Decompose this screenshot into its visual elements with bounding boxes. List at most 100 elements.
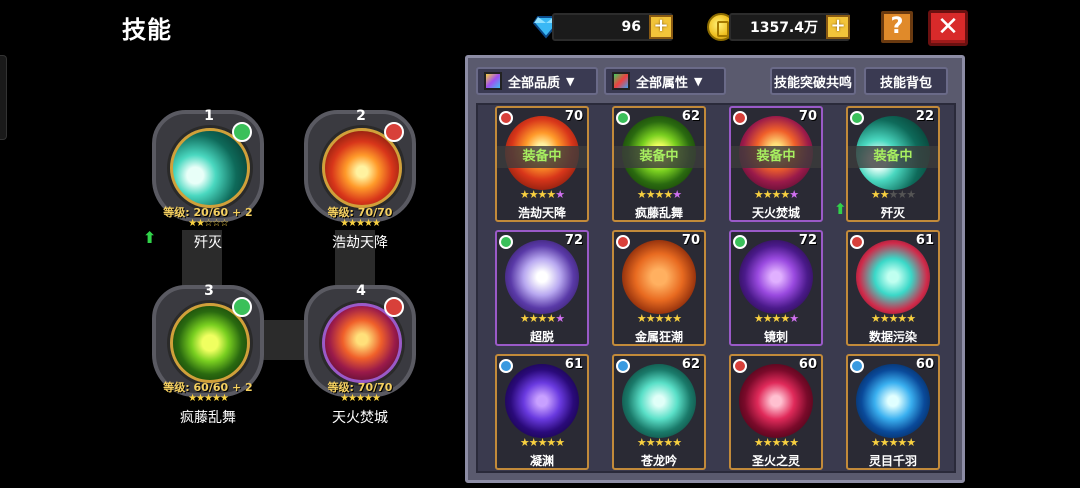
blue-element-icon: [850, 359, 864, 373]
add-gems-button[interactable]: +: [649, 15, 673, 39]
red-element-icon: [850, 235, 864, 249]
skill-stars: ★★★★★: [519, 436, 565, 449]
slot-number: 4: [356, 283, 366, 299]
fire-element-icon: [384, 297, 404, 317]
upgrade-arrow-icon: ⬆: [834, 200, 847, 218]
slot-skill-name: 疯藤乱舞: [180, 410, 236, 426]
gem-amount: 96: [621, 19, 641, 35]
blue-element-icon: [499, 359, 513, 373]
slot-number: 1: [204, 108, 214, 124]
red-element-icon: [616, 235, 630, 249]
skill-icon: [856, 240, 930, 314]
red-element-icon: [499, 111, 513, 125]
chevron-down-icon: ▼: [566, 74, 575, 88]
equipped-slot-1[interactable]: 1 等级: 20/60 + 2 ★★☆☆☆ 歼灭: [148, 100, 268, 251]
close-button[interactable]: ✕: [928, 10, 968, 46]
skill-stars: ★★★★★: [870, 188, 916, 201]
skill-card[interactable]: 70 装备中 ★★★★★ 浩劫天降: [495, 106, 589, 222]
skill-bag-button[interactable]: 技能背包: [864, 67, 948, 95]
skill-name: 镜刺: [763, 330, 788, 344]
skill-stars: ★★★★★: [636, 312, 682, 325]
skill-level: 61: [915, 233, 934, 248]
skill-stars: ★★★★★: [753, 436, 799, 449]
skill-level: 60: [798, 357, 817, 372]
equipped-slot-3[interactable]: 3 等级: 60/60 + 2 ★★★★★ 疯藤乱舞: [148, 275, 268, 426]
skill-stars: ★★★★★: [519, 188, 565, 201]
skill-icon: [505, 364, 579, 438]
slot-skill-name: 天火焚城: [332, 410, 388, 426]
skill-name: 苍龙吟: [640, 454, 677, 468]
equipped-badge: 装备中: [614, 146, 704, 168]
skill-icon: [622, 364, 696, 438]
skill-level: 70: [681, 233, 700, 248]
skill-card[interactable]: 60 ★★★★★ 灵目千羽: [846, 354, 940, 470]
gold-counter: 1357.4万 +: [729, 13, 850, 41]
skill-name: 歼灭: [880, 206, 905, 220]
nature-element-icon: [232, 297, 252, 317]
resonance-button[interactable]: 技能突破共鸣: [770, 67, 856, 95]
skill-name: 灵目千羽: [868, 454, 917, 468]
skill-level: 62: [681, 109, 700, 124]
attribute-filter-label: 全部属性: [636, 75, 689, 91]
skill-level: 60: [915, 357, 934, 372]
skill-level: 70: [798, 109, 817, 124]
help-button[interactable]: ?: [881, 11, 913, 43]
skill-card[interactable]: 61 ★★★★★ 数据污染: [846, 230, 940, 346]
skill-name: 圣火之灵: [751, 454, 800, 468]
skill-stars: ★★★★★: [636, 188, 682, 201]
skill-stars: ★★★★★: [870, 436, 916, 449]
skill-name: 浩劫天降: [517, 206, 566, 220]
skill-card[interactable]: 70 ★★★★★ 金属狂潮: [612, 230, 706, 346]
slot-number: 3: [204, 283, 214, 299]
skill-name: 超脱: [529, 330, 554, 344]
skill-level: 22: [915, 109, 934, 124]
skill-stars: ★★★★★: [636, 436, 682, 449]
gem-counter: 96 +: [552, 13, 673, 41]
skill-level: 72: [564, 233, 583, 248]
red-element-icon: [733, 111, 747, 125]
page-title: 技能: [122, 16, 172, 44]
slot-stars: ★★★★★: [188, 393, 229, 404]
equipped-slot-2[interactable]: 2 等级: 70/70 ★★★★★ 浩劫天降: [300, 100, 420, 251]
attribute-icon: [612, 72, 630, 90]
skill-card[interactable]: 22 装备中 ★★★★★ 歼灭: [846, 106, 940, 222]
green-element-icon: [499, 235, 513, 249]
attribute-filter-dropdown[interactable]: 全部属性 ▼: [604, 67, 726, 95]
skill-card[interactable]: 62 装备中 ★★★★★ 疯藤乱舞: [612, 106, 706, 222]
skill-card[interactable]: 60 ★★★★★ 圣火之灵: [729, 354, 823, 470]
skill-name: 疯藤乱舞: [634, 206, 683, 220]
skill-icon: [739, 364, 813, 438]
skill-icon: [856, 364, 930, 438]
quality-filter-dropdown[interactable]: 全部品质 ▼: [476, 67, 598, 95]
skill-level: 61: [564, 357, 583, 372]
skill-level: 72: [798, 233, 817, 248]
slot-skill-name: 歼灭: [194, 235, 222, 251]
skill-card[interactable]: 70 装备中 ★★★★★ 天火焚城: [729, 106, 823, 222]
skill-card[interactable]: 62 ★★★★★ 苍龙吟: [612, 354, 706, 470]
slot-stars: ★★★★★: [340, 218, 381, 229]
add-gold-button[interactable]: +: [826, 15, 850, 39]
slot-stars: ★★☆☆☆: [188, 218, 229, 229]
blue-element-icon: [616, 359, 630, 373]
chevron-down-icon: ▼: [694, 74, 703, 88]
upgrade-arrow-icon: ⬆: [143, 228, 157, 247]
skill-card[interactable]: 72 ★★★★★ 超脱: [495, 230, 589, 346]
skill-level: 62: [681, 357, 700, 372]
skill-name: 凝渊: [529, 454, 554, 468]
skill-name: 数据污染: [868, 330, 917, 344]
nature-element-icon: [232, 122, 252, 142]
gold-amount: 1357.4万: [749, 20, 818, 36]
skill-stars: ★★★★★: [753, 312, 799, 325]
skill-icon: [739, 240, 813, 314]
quality-icon: [484, 72, 502, 90]
quality-filter-label: 全部品质: [508, 75, 561, 91]
equipped-slot-4[interactable]: 4 等级: 70/70 ★★★★★ 天火焚城: [300, 275, 420, 426]
green-element-icon: [733, 235, 747, 249]
skill-card[interactable]: 61 ★★★★★ 凝渊: [495, 354, 589, 470]
skill-name: 天火焚城: [751, 206, 800, 220]
side-drawer-handle[interactable]: [0, 55, 7, 140]
skill-icon: [505, 240, 579, 314]
equipped-badge: 装备中: [731, 146, 821, 168]
skill-card[interactable]: 72 ★★★★★ 镜刺: [729, 230, 823, 346]
skill-stars: ★★★★★: [519, 312, 565, 325]
